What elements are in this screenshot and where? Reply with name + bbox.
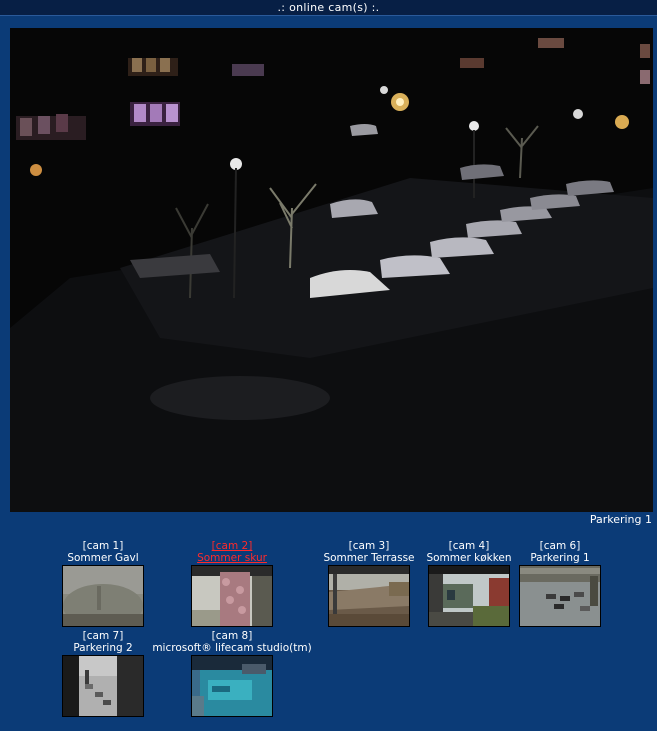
kitchen-yard-image xyxy=(429,566,509,626)
foggy-garden-image xyxy=(63,566,143,626)
camera-name[interactable]: Parkering 2 xyxy=(58,642,148,654)
camera-name[interactable]: Sommer Gavl xyxy=(58,552,148,564)
camera-id[interactable]: [cam 7] xyxy=(58,630,148,642)
camera-thumbnail[interactable]: [cam 6] Parkering 1 xyxy=(516,540,604,627)
camera-thumbnail[interactable]: [cam 2] Sommer skur xyxy=(182,540,282,627)
camera-thumbnail[interactable]: [cam 7] Parkering 2 xyxy=(58,630,148,717)
camera-preview[interactable] xyxy=(519,565,601,627)
night-parking-lot-image xyxy=(10,28,653,512)
camera-name[interactable]: Sommer Terrasse xyxy=(320,552,418,564)
camera-preview[interactable] xyxy=(191,655,273,717)
camera-preview[interactable] xyxy=(328,565,410,627)
camera-preview[interactable] xyxy=(62,655,144,717)
parking-lot-image xyxy=(520,566,600,626)
camera-thumbnail[interactable]: [cam 3] Sommer Terrasse xyxy=(320,540,418,627)
camera-name[interactable]: Sommer køkken xyxy=(422,552,516,564)
camera-thumbnail[interactable]: [cam 1] Sommer Gavl xyxy=(58,540,148,627)
camera-id[interactable]: [cam 3] xyxy=(320,540,418,552)
camera-name[interactable]: microsoft® lifecam studio(tm) xyxy=(148,642,316,654)
camera-thumbnail[interactable]: [cam 8] microsoft® lifecam studio(tm) xyxy=(148,630,316,717)
camera-thumbnail[interactable]: [cam 4] Sommer køkken xyxy=(422,540,516,627)
camera-preview[interactable] xyxy=(428,565,510,627)
main-view-caption: Parkering 1 xyxy=(589,513,652,526)
pool-image xyxy=(192,656,272,716)
camera-name[interactable]: Parkering 1 xyxy=(516,552,604,564)
camera-id[interactable]: [cam 2] xyxy=(182,540,282,552)
camera-id[interactable]: [cam 6] xyxy=(516,540,604,552)
terrace-image xyxy=(329,566,409,626)
shed-tree-image xyxy=(192,566,272,626)
camera-id[interactable]: [cam 8] xyxy=(148,630,316,642)
street-parking-image xyxy=(63,656,143,716)
main-camera-view[interactable] xyxy=(10,28,653,512)
camera-name[interactable]: Sommer skur xyxy=(182,552,282,564)
camera-preview[interactable] xyxy=(191,565,273,627)
camera-id[interactable]: [cam 1] xyxy=(58,540,148,552)
camera-id[interactable]: [cam 4] xyxy=(422,540,516,552)
window-title: .: online cam(s) :. xyxy=(0,0,657,16)
camera-preview[interactable] xyxy=(62,565,144,627)
